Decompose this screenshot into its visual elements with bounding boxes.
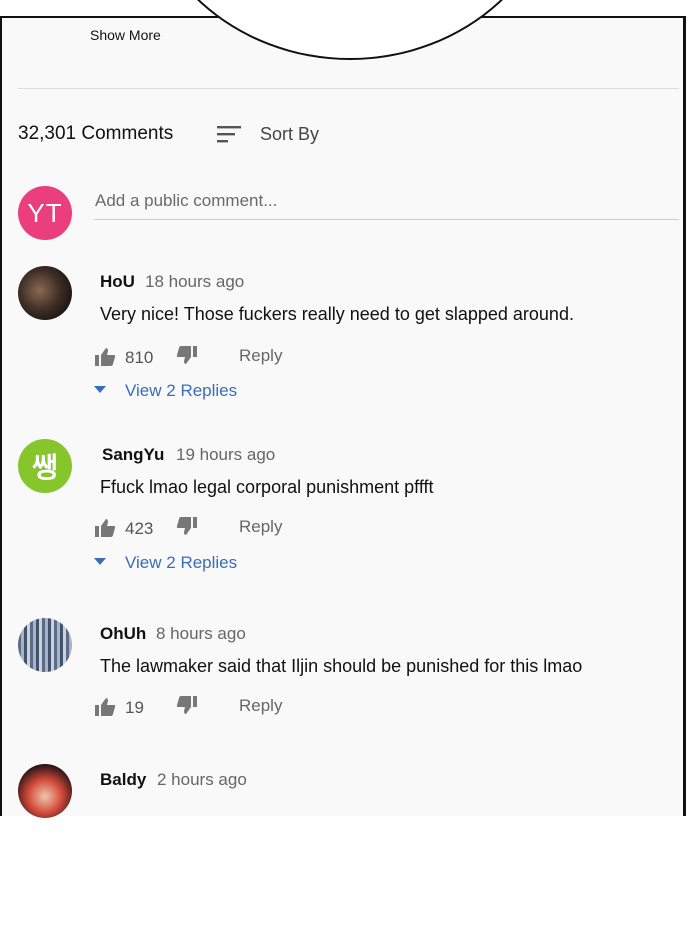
comment-author[interactable]: Baldy xyxy=(100,770,146,790)
comment-text: Very nice! Those fuckers really need to … xyxy=(100,304,574,324)
comment-actions: 423 Reply xyxy=(94,517,394,541)
caret-down-icon xyxy=(94,386,106,393)
comment-text: The lawmaker said that Iljin should be p… xyxy=(100,656,583,676)
view-replies-button[interactable]: View 2 Replies xyxy=(94,380,294,402)
comment-author[interactable]: SangYu xyxy=(102,445,164,465)
thumbs-down-icon[interactable] xyxy=(176,515,198,537)
sort-icon[interactable] xyxy=(215,124,243,144)
show-more-link[interactable]: Show More xyxy=(90,27,161,43)
comment-time[interactable]: 8 hours ago xyxy=(156,624,246,644)
avatar[interactable]: 쌩 xyxy=(18,439,72,493)
like-count: 19 xyxy=(125,698,144,717)
reply-button[interactable]: Reply xyxy=(239,696,282,716)
view-replies-label: View 2 Replies xyxy=(125,553,238,572)
user-avatar: YT xyxy=(18,186,72,240)
sort-by-button[interactable]: Sort By xyxy=(260,124,319,145)
caret-down-icon xyxy=(94,558,106,565)
comments-count: 32,301 Comments xyxy=(18,123,174,144)
comment: OhUh 8 hours ago The lawmaker said that … xyxy=(2,618,688,788)
like-count: 423 xyxy=(125,519,154,538)
comment-time[interactable]: 18 hours ago xyxy=(145,272,244,292)
comment-text: Ffuck lmao legal corporal punishment pff… xyxy=(100,477,434,497)
reply-button[interactable]: Reply xyxy=(239,346,282,366)
view-replies-button[interactable]: View 2 Replies xyxy=(94,552,294,574)
like-count: 810 xyxy=(125,348,154,367)
thumbs-up-icon[interactable] xyxy=(94,517,116,539)
thumbs-down-icon[interactable] xyxy=(176,694,198,716)
comment: 쌩 SangYu 19 hours ago Ffuck lmao legal c… xyxy=(2,439,688,609)
thumbs-down-icon[interactable] xyxy=(176,344,198,366)
comment: HoU 18 hours ago Very nice! Those fucker… xyxy=(2,266,688,436)
comments-panel: 32,301 Comments Sort By YT Add a public … xyxy=(0,16,688,818)
avatar[interactable] xyxy=(18,266,72,320)
view-replies-label: View 2 Replies xyxy=(125,381,238,400)
add-comment-input[interactable]: Add a public comment... xyxy=(95,191,277,211)
comment-actions: 810 Reply xyxy=(94,346,394,370)
avatar[interactable] xyxy=(18,764,72,818)
thumbs-up-icon[interactable] xyxy=(94,346,116,368)
comment-author[interactable]: OhUh xyxy=(100,624,146,644)
avatar[interactable] xyxy=(18,618,72,672)
divider xyxy=(18,88,679,89)
comment-author[interactable]: HoU xyxy=(100,272,135,292)
comment-time[interactable]: 2 hours ago xyxy=(157,770,247,790)
comment-actions: 19 Reply xyxy=(94,696,394,720)
comment-time[interactable]: 19 hours ago xyxy=(176,445,275,465)
comment-input-underline xyxy=(94,219,679,220)
comment: Baldy 2 hours ago xyxy=(2,764,688,934)
thumbs-up-icon[interactable] xyxy=(94,696,116,718)
reply-button[interactable]: Reply xyxy=(239,517,282,537)
